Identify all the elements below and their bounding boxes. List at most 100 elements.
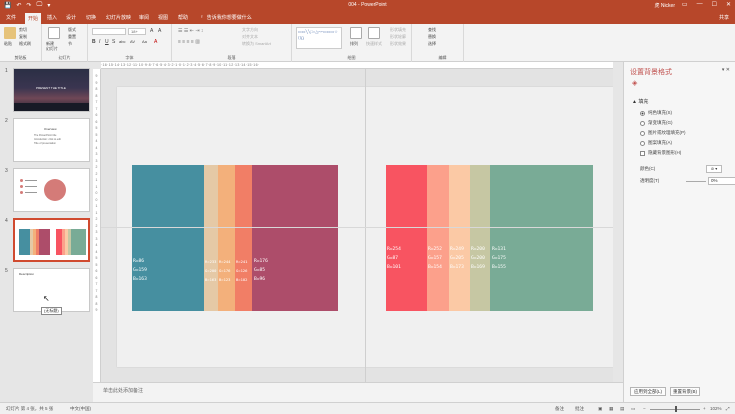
color-stripe[interactable] [132, 165, 204, 311]
reset-background-button[interactable]: 重置背景(B) [670, 387, 700, 396]
tab-slideshow[interactable]: 幻灯片放映 [106, 14, 131, 21]
tab-review[interactable]: 审阅 [139, 14, 149, 21]
select-button[interactable]: 选择 [428, 41, 436, 47]
shadow-button[interactable]: abc [119, 39, 125, 44]
reset-button[interactable]: 重置 [68, 34, 76, 40]
shape-effects-button[interactable]: 形状效果 [390, 41, 406, 47]
italic-button[interactable]: I [99, 39, 100, 45]
fill-section-header[interactable]: ▲ 填充 [632, 98, 648, 105]
tab-transitions[interactable]: 切换 [86, 14, 96, 21]
vertical-guide[interactable] [365, 69, 366, 382]
slide-thumbnail-2[interactable]: Overview The PowerPoint title Introducti… [13, 118, 90, 162]
slideshow-view-icon[interactable]: ▭ [631, 406, 635, 412]
cut-button[interactable]: 剪切 [19, 27, 27, 33]
pane-close-icon[interactable]: ▾ ✕ [722, 67, 730, 73]
color-stripe[interactable] [218, 165, 235, 311]
new-slide-label[interactable]: 新建 幻灯片 [46, 41, 58, 51]
layout-button[interactable]: 版式 [68, 27, 76, 33]
normal-view-icon[interactable]: ▣ [598, 406, 602, 412]
transparency-input[interactable]: 0% [708, 177, 735, 185]
language-indicator[interactable]: 中文(中国) [70, 406, 91, 412]
tab-home[interactable]: 开始 [25, 13, 42, 24]
zoom-slider-thumb[interactable] [675, 406, 677, 412]
radio-icon[interactable] [640, 130, 645, 136]
notes-pane[interactable]: 单击此处添加备注 [93, 382, 623, 402]
close-icon[interactable]: ✕ [726, 1, 731, 8]
color-stripe[interactable] [470, 165, 490, 311]
shape-outline-button[interactable]: 形状轮廓 [390, 34, 406, 40]
convert-smartart-button[interactable]: 转换为 SmartArt [242, 41, 271, 47]
underline-button[interactable]: U [105, 39, 109, 45]
font-size-box[interactable]: 18+ [128, 28, 146, 35]
arrange-label[interactable]: 排列 [350, 41, 358, 47]
quick-styles-label[interactable]: 快速样式 [366, 41, 382, 47]
section-button[interactable]: 节 [68, 41, 72, 47]
zoom-in-icon[interactable]: + [703, 406, 706, 411]
quick-styles-icon[interactable] [368, 27, 380, 39]
arrange-icon[interactable] [350, 27, 362, 39]
notes-button[interactable]: 备注 [555, 406, 564, 412]
strikethrough-button[interactable]: S [112, 39, 115, 45]
grow-font-icon[interactable]: A [150, 28, 153, 34]
align-icons[interactable]: ≡ ≡ ≡ ≡ ▥ [178, 39, 200, 45]
radio-icon[interactable] [640, 110, 645, 116]
paste-icon[interactable] [4, 27, 16, 39]
gradient-fill-option[interactable]: 渐变填充(G) [640, 120, 673, 126]
tell-me-box[interactable]: ♀ 告诉我你想要做什么 [200, 14, 252, 21]
maximize-icon[interactable]: ☐ [712, 1, 717, 8]
picture-fill-option[interactable]: 图片或纹理填充(P) [640, 130, 686, 136]
new-slide-icon[interactable] [48, 27, 60, 39]
color-stripe[interactable] [427, 165, 449, 311]
pattern-fill-option[interactable]: 图案填充(A) [640, 140, 672, 146]
share-button[interactable]: 共享 [719, 14, 729, 21]
tab-design[interactable]: 设计 [66, 14, 76, 21]
color-stripe[interactable] [490, 165, 593, 311]
comments-button[interactable]: 批注 [575, 406, 584, 412]
radio-icon[interactable] [640, 120, 645, 126]
transparency-slider[interactable] [686, 181, 706, 182]
zoom-out-icon[interactable]: − [643, 406, 646, 411]
slide-sorter-icon[interactable]: ▦ [609, 406, 613, 412]
paste-label[interactable]: 粘贴 [4, 41, 12, 47]
font-name-box[interactable] [92, 28, 126, 35]
checkbox-icon[interactable] [640, 150, 645, 156]
user-name[interactable]: 虎 Nicker [654, 2, 675, 9]
fit-to-window-icon[interactable]: ⤢ [726, 406, 730, 411]
radio-icon[interactable] [640, 140, 645, 146]
slide-thumbnail-5[interactable]: Description [13, 268, 90, 312]
tab-file[interactable]: 文件 [6, 14, 16, 21]
ribbon-display-icon[interactable]: ▭ [682, 1, 688, 8]
horizontal-guide[interactable] [101, 227, 613, 228]
slide-thumbnail-3[interactable] [13, 168, 90, 212]
font-color-button[interactable]: A [154, 39, 157, 45]
text-direction-button[interactable]: 文字方向 [242, 27, 258, 33]
bold-button[interactable]: B [92, 39, 96, 45]
bullets-icon[interactable]: ☰ ☰ ⇤ ⇥ ↕ [178, 28, 203, 34]
color-stripe[interactable] [204, 165, 218, 311]
find-button[interactable]: 查找 [428, 27, 436, 33]
reading-view-icon[interactable]: ▤ [620, 406, 624, 412]
color-picker-button[interactable]: ⊘ ▾ [706, 165, 722, 173]
color-stripe[interactable] [235, 165, 252, 311]
shrink-font-icon[interactable]: A [158, 28, 161, 34]
copy-button[interactable]: 复制 [19, 34, 27, 40]
shape-fill-button[interactable]: 形状填充 [390, 27, 406, 33]
slide-thumbnail-4[interactable] [13, 218, 90, 262]
apply-to-all-button[interactable]: 应用到全部(L) [630, 387, 666, 396]
minimize-icon[interactable]: — [697, 1, 703, 8]
slide-thumbnail-1[interactable]: PRESENT THE TITLE [13, 68, 90, 112]
solid-fill-option[interactable]: 纯色填充(S) [640, 110, 672, 116]
shapes-gallery[interactable]: ▭▭╲╲□○△⌐⌐▭▭▭☆⟨⟩{} [296, 27, 342, 49]
char-spacing-button[interactable]: AV [130, 39, 135, 44]
replace-button[interactable]: 替换 [428, 34, 436, 40]
fill-bucket-icon[interactable]: ◈ [632, 79, 637, 87]
color-stripe[interactable] [386, 165, 427, 311]
tab-help[interactable]: 帮助 [178, 14, 188, 21]
color-stripe[interactable] [252, 165, 338, 311]
tab-insert[interactable]: 插入 [47, 14, 57, 21]
change-case-button[interactable]: Aa [142, 39, 147, 44]
zoom-level[interactable]: 102% [710, 406, 722, 411]
tab-view[interactable]: 视图 [158, 14, 168, 21]
align-text-button[interactable]: 对齐文本 [242, 34, 258, 40]
color-stripe[interactable] [449, 165, 470, 311]
